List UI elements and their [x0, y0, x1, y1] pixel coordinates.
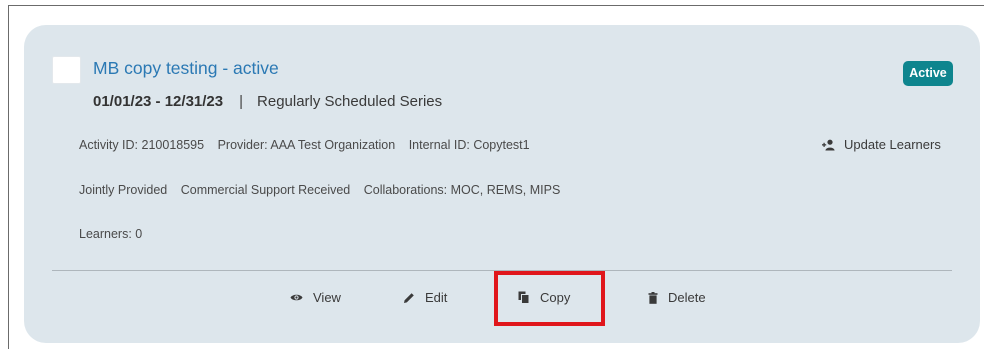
eye-icon	[290, 294, 303, 301]
update-learners-button[interactable]: Update Learners	[822, 137, 941, 152]
update-learners-label: Update Learners	[844, 137, 941, 152]
activity-dates: 01/01/23 - 12/31/23	[93, 93, 224, 110]
select-activity-checkbox[interactable]	[52, 56, 81, 84]
separator: |	[239, 93, 244, 110]
activity-type: Regularly Scheduled Series	[257, 93, 443, 110]
collaborations: Collaborations: MOC, REMS, MIPS	[363, 183, 561, 197]
internal-id: Internal ID: Copytest1	[408, 138, 530, 152]
view-label: View	[313, 290, 341, 305]
trash-icon	[648, 291, 658, 304]
activity-title-link[interactable]: MB copy testing - active	[93, 58, 279, 79]
status-badge: Active	[903, 61, 953, 86]
delete-button[interactable]: Delete	[648, 290, 706, 305]
meta-row-ids: Activity ID: 210018595 Provider: AAA Tes…	[79, 138, 540, 152]
edit-button[interactable]: Edit	[403, 290, 447, 305]
edit-label: Edit	[425, 290, 448, 305]
jointly-provided: Jointly Provided	[79, 183, 168, 197]
meta-row-learners: Learners: 0	[79, 227, 152, 241]
view-button[interactable]: View	[290, 290, 341, 305]
provider: Provider: AAA Test Organization	[217, 138, 396, 152]
user-plus-icon	[822, 139, 835, 150]
activity-id: Activity ID: 210018595	[79, 138, 205, 152]
commercial-support: Commercial Support Received	[180, 183, 351, 197]
activity-subline: 01/01/23 - 12/31/23 | Regularly Scheduled …	[93, 93, 442, 110]
delete-label: Delete	[668, 290, 706, 305]
pencil-icon	[404, 292, 414, 303]
copy-highlight-box	[494, 271, 605, 326]
meta-row-flags: Jointly Provided Commercial Support Rece…	[79, 183, 570, 197]
learners-count: Learners: 0	[79, 227, 143, 241]
